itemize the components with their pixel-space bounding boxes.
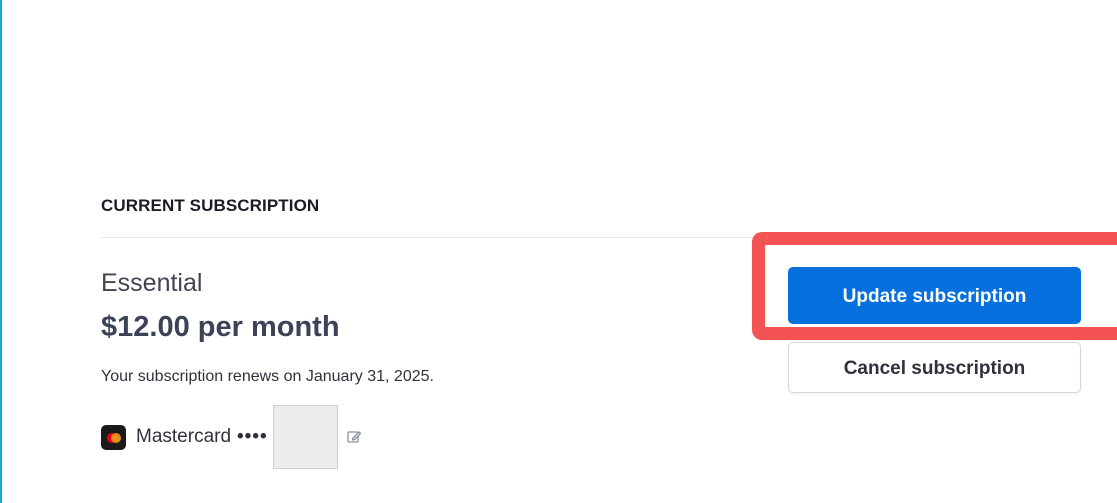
update-subscription-button[interactable]: Update subscription: [788, 267, 1081, 324]
pencil-edit-icon[interactable]: [346, 429, 362, 445]
plan-price: $12.00 per month: [101, 311, 340, 343]
window-left-edge: [0, 0, 2, 503]
plan-name: Essential: [101, 269, 203, 297]
card-masked-digits: ••••: [237, 426, 268, 447]
section-divider: [101, 237, 801, 238]
renewal-text: Your subscription renews on January 31, …: [101, 368, 434, 385]
section-title: CURRENT SUBSCRIPTION: [101, 196, 320, 215]
payment-method-row: Mastercard ••••: [101, 404, 362, 470]
card-redacted-digits: [272, 405, 338, 469]
mastercard-icon: [101, 424, 126, 450]
card-brand: Mastercard: [136, 426, 232, 447]
cancel-subscription-button[interactable]: Cancel subscription: [788, 342, 1081, 393]
